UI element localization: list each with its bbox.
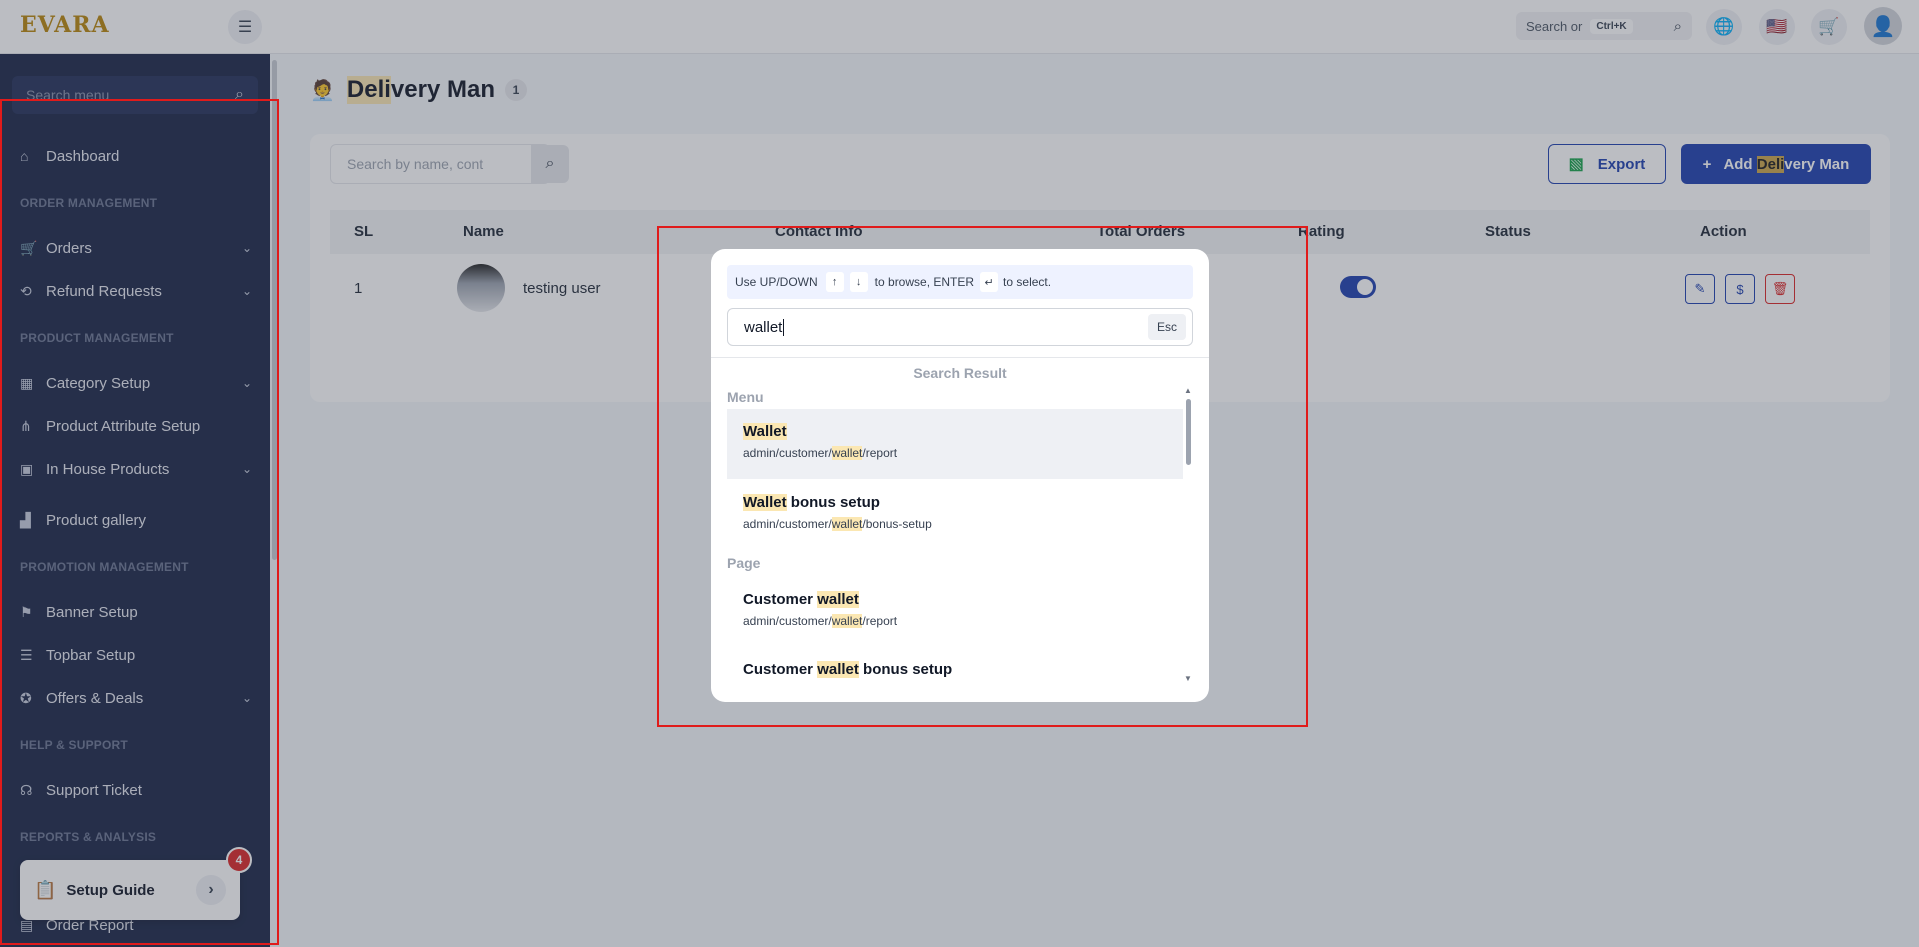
annotation-box-sidebar: [0, 99, 279, 945]
annotation-box-modal: [657, 226, 1308, 727]
